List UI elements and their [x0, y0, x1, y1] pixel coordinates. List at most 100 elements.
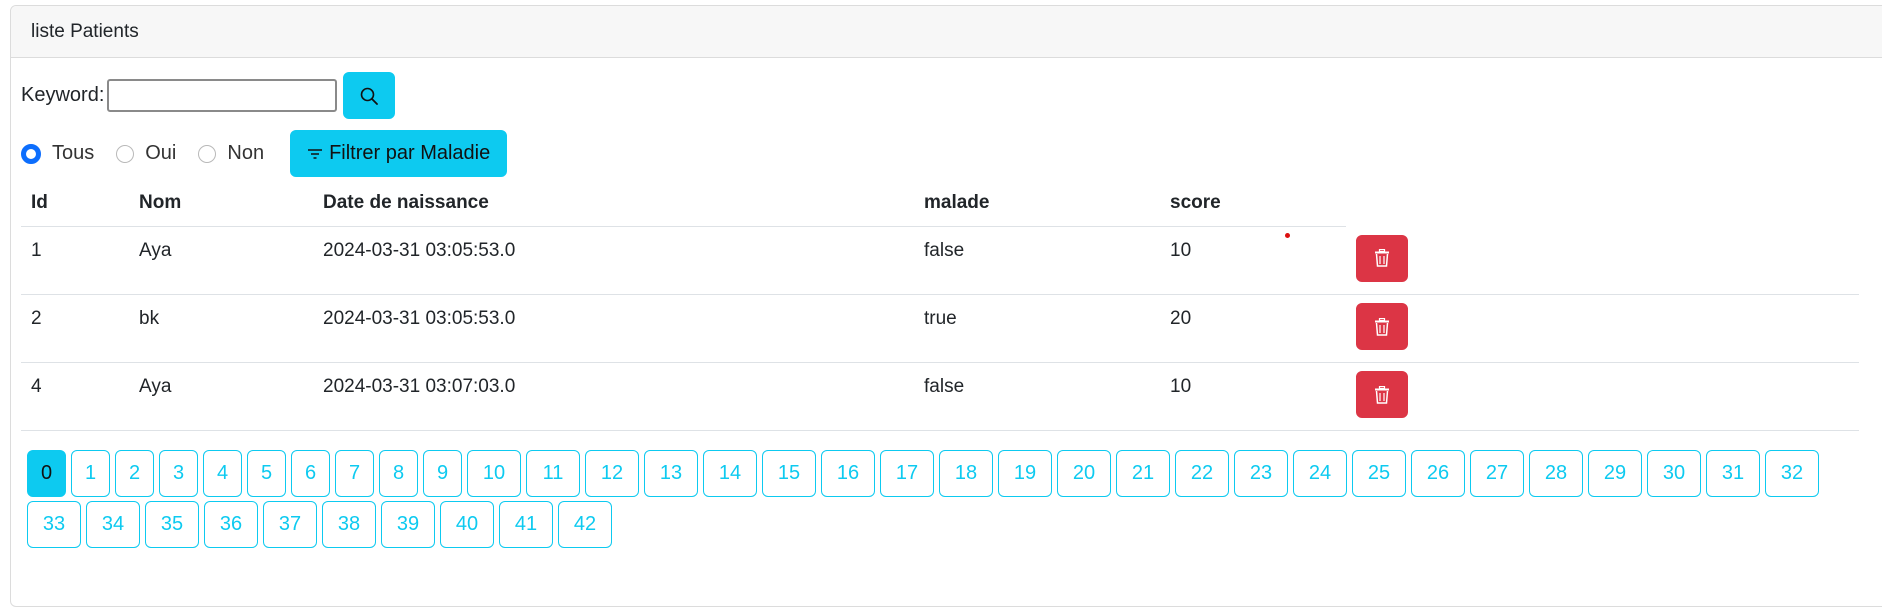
trash-icon — [1375, 385, 1389, 404]
cell-malade-value: false — [924, 240, 965, 261]
trash-icon — [1375, 317, 1389, 336]
card-header: liste Patients — [11, 6, 1882, 58]
radio-non[interactable]: Non — [198, 142, 264, 165]
delete-button[interactable] — [1356, 234, 1408, 282]
page-button-32[interactable]: 32 — [1765, 450, 1819, 497]
header-actions — [1346, 180, 1859, 227]
page-button-34[interactable]: 34 — [86, 501, 140, 548]
page-button-30[interactable]: 30 — [1647, 450, 1701, 497]
page-button-9[interactable]: 9 — [423, 450, 462, 497]
keyword-input[interactable] — [107, 79, 338, 112]
header-id: Id — [21, 180, 129, 227]
page-button-14[interactable]: 14 — [703, 450, 757, 497]
page-button-36[interactable]: 36 — [204, 501, 258, 548]
patients-table: Id Nom Date de naissance malade score 1 … — [21, 180, 1859, 431]
page-button-11[interactable]: 11 — [526, 450, 580, 497]
page-button-29[interactable]: 29 — [1588, 450, 1642, 497]
pagination: 0 1 2 3 4 5 6 7 8 9 10 11 12 13 14 15 16 17 18 19 20 21 22 23 24… — [27, 450, 1867, 548]
cell-score-value: 20 — [1170, 308, 1192, 329]
cell-actions — [1346, 294, 1859, 363]
cell-malade-value: false — [924, 376, 965, 397]
header-malade: malade — [914, 180, 1160, 227]
page-button-10[interactable]: 10 — [467, 450, 521, 497]
trash-icon — [1375, 249, 1389, 267]
page-button-31[interactable]: 31 — [1706, 450, 1760, 497]
page-button-42[interactable]: 42 — [558, 501, 612, 548]
page-button-22[interactable]: 22 — [1175, 450, 1229, 497]
header-nom: Nom — [129, 180, 313, 227]
table-row: 1 Aya 2024-03-31 03:05:53.0 false 10 — [21, 226, 1859, 295]
page-button-8[interactable]: 8 — [379, 450, 418, 497]
page-button-37[interactable]: 37 — [263, 501, 317, 548]
page-button-20[interactable]: 20 — [1057, 450, 1111, 497]
page-button-15[interactable]: 15 — [762, 450, 816, 497]
page-button-25[interactable]: 25 — [1352, 450, 1406, 497]
search-button[interactable] — [343, 72, 396, 119]
page-button-0[interactable]: 0 — [27, 450, 66, 497]
delete-button[interactable] — [1356, 303, 1408, 350]
header-date: Date de naissance — [313, 180, 914, 227]
page-button-4[interactable]: 4 — [203, 450, 242, 497]
page-button-6[interactable]: 6 — [291, 450, 330, 497]
cell-malade-value: true — [924, 308, 957, 329]
page-button-39[interactable]: 39 — [381, 501, 435, 548]
radio-tous[interactable]: Tous — [21, 142, 94, 165]
cell-malade: false — [914, 226, 1160, 295]
page-button-38[interactable]: 38 — [322, 501, 376, 548]
cell-id-value: 4 — [31, 376, 42, 397]
page-button-13[interactable]: 13 — [644, 450, 698, 497]
page-button-24[interactable]: 24 — [1293, 450, 1347, 497]
page-button-7[interactable]: 7 — [335, 450, 374, 497]
delete-button[interactable] — [1356, 371, 1408, 418]
cell-malade: true — [914, 294, 1160, 363]
page-button-16[interactable]: 16 — [821, 450, 875, 497]
cell-nom: bk — [129, 294, 313, 363]
cell-nom-value: Aya — [139, 240, 172, 261]
radio-tous-circle[interactable] — [21, 143, 41, 164]
radio-oui-circle[interactable] — [116, 144, 135, 163]
page-button-35[interactable]: 35 — [145, 501, 199, 548]
page-button-41[interactable]: 41 — [499, 501, 553, 548]
page-button-23[interactable]: 23 — [1234, 450, 1288, 497]
radio-tous-label: Tous — [52, 142, 95, 164]
page-button-17[interactable]: 17 — [880, 450, 934, 497]
cell-actions — [1346, 226, 1859, 295]
cell-date-value: 2024-03-31 03:05:53.0 — [323, 308, 516, 329]
page-button-33[interactable]: 33 — [27, 501, 81, 548]
page-button-2[interactable]: 2 — [115, 450, 154, 497]
cell-score-value: 10 — [1170, 240, 1192, 261]
cell-date-value: 2024-03-31 03:07:03.0 — [323, 376, 516, 397]
search-icon — [361, 87, 379, 105]
radio-non-label: Non — [227, 142, 265, 164]
filter-button[interactable]: Filtrer par Maladie — [290, 130, 508, 177]
cell-id-value: 2 — [31, 308, 42, 329]
radio-oui[interactable]: Oui — [116, 142, 176, 165]
cell-nom-value: bk — [139, 308, 160, 329]
table-header-row: Id Nom Date de naissance malade score — [21, 180, 1859, 227]
page-button-5[interactable]: 5 — [247, 450, 286, 497]
table-row: 4 Aya 2024-03-31 03:07:03.0 false 10 — [21, 362, 1859, 431]
page-button-40[interactable]: 40 — [440, 501, 494, 548]
cell-date-value: 2024-03-31 03:05:53.0 — [323, 240, 516, 261]
cell-score: 10 — [1160, 362, 1346, 431]
cell-score: 10 — [1160, 226, 1346, 295]
radio-oui-label: Oui — [145, 142, 177, 164]
page-button-21[interactable]: 21 — [1116, 450, 1170, 497]
page-button-1[interactable]: 1 — [71, 450, 110, 497]
cell-date: 2024-03-31 03:05:53.0 — [313, 294, 914, 363]
cell-id-value: 1 — [31, 240, 42, 261]
page-button-19[interactable]: 19 — [998, 450, 1052, 497]
page-button-3[interactable]: 3 — [159, 450, 198, 497]
page-button-12[interactable]: 12 — [585, 450, 639, 497]
cell-nom: Aya — [129, 226, 313, 295]
header-score: score — [1160, 180, 1346, 227]
page-button-26[interactable]: 26 — [1411, 450, 1465, 497]
search-form: Keyword: — [21, 72, 396, 119]
page-button-18[interactable]: 18 — [939, 450, 993, 497]
page-button-27[interactable]: 27 — [1470, 450, 1524, 497]
radio-non-circle[interactable] — [198, 144, 217, 163]
cell-id: 4 — [21, 362, 129, 431]
page-button-28[interactable]: 28 — [1529, 450, 1583, 497]
keyword-label: Keyword: — [21, 84, 105, 106]
filter-button-label: Filtrer par Maladie — [329, 142, 491, 164]
